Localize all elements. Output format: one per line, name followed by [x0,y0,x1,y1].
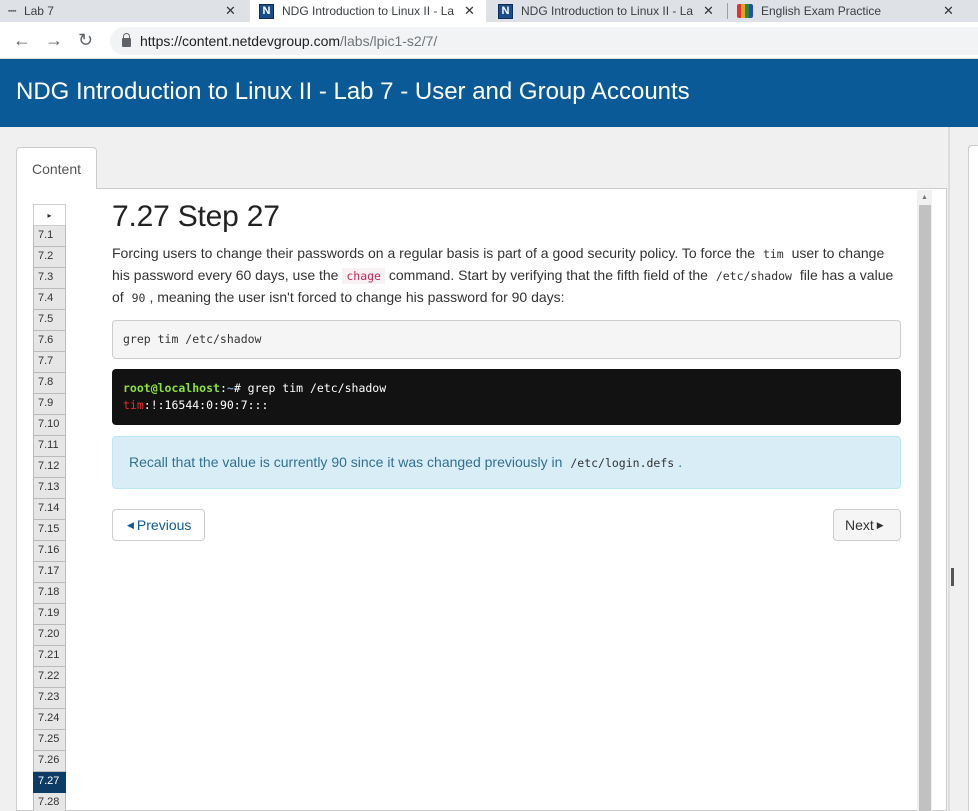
step-link[interactable]: 7.20 [33,625,66,646]
step-link[interactable]: 7.16 [33,541,66,562]
lab-favicon-icon: ▪▪▪▪ [8,7,16,15]
step-link[interactable]: 7.14 [33,499,66,520]
url-host: https://content.netdevgroup.com [140,33,341,49]
step-link[interactable]: 7.9 [33,394,66,415]
browser-tab-lab7[interactable]: ▪▪▪▪ Lab 7 ✕ [8,0,248,22]
step-link[interactable]: 7.25 [33,730,66,751]
scrollbar-thumb[interactable] [919,205,931,811]
terminal-line: tim:!:16544:0:90:7::: [123,398,269,412]
step-link[interactable]: 7.18 [33,583,66,604]
step-link[interactable]: 7.2 [33,247,66,268]
terminal-line: root@localhost:~# grep tim /etc/shadow [123,381,387,395]
step-link[interactable]: 7.15 [33,520,66,541]
browser-tab-ndg-active[interactable]: N NDG Introduction to Linux II - La ✕ [250,0,486,22]
step-navigation: ▸ 7.1 7.2 7.3 7.4 7.5 7.6 7.7 7.8 7.9 7.10 7.11 7.1… [33,204,66,811]
step-link[interactable]: 7.6 [33,331,66,352]
step-link[interactable]: 7.22 [33,667,66,688]
inline-code: tim [762,247,784,261]
back-arrow-icon[interactable]: ← [13,30,31,50]
inline-code: 90 [131,291,146,305]
step-link[interactable]: 7.4 [33,289,66,310]
inline-code: /etc/shadow [715,269,792,283]
step-link[interactable]: 7.13 [33,478,66,499]
url-path: /labs/lpic1-s2/7/ [340,33,438,49]
step-link[interactable]: 7.8 [33,373,66,394]
step-link[interactable]: 7.19 [33,604,66,625]
step-link[interactable]: 7.5 [33,310,66,331]
close-tab-icon[interactable]: ✕ [703,3,714,19]
reload-icon[interactable]: ↻ [78,30,93,50]
step-link[interactable]: 7.24 [33,709,66,730]
step-link[interactable]: 7.7 [33,352,66,373]
browser-tab-ndg[interactable]: N NDG Introduction to Linux II - La ✕ [490,0,726,22]
step-instructions: Forcing users to change their passwords … [112,245,894,305]
step-link[interactable]: 7.26 [33,751,66,772]
tab-separator [727,3,728,19]
browser-tab-english[interactable]: English Exam Practice ✕ [737,0,978,22]
step-link[interactable]: 7.10 [33,415,66,436]
step-link[interactable]: 7.3 [33,268,66,289]
step-link[interactable]: 7.21 [33,646,66,667]
caret-right-icon: ▶ [876,519,884,530]
close-tab-icon[interactable]: ✕ [943,3,954,19]
page-header: NDG Introduction to Linux II - Lab 7 - U… [0,59,978,127]
next-button[interactable]: Next ▶ [833,509,901,541]
command-box[interactable]: grep tim /etc/shadow [112,320,901,359]
inline-code: /etc/login.defs [570,456,675,470]
step-content: 7.27 Step 27 Forcing users to change the… [112,200,901,309]
ndg-favicon-icon: N [498,3,513,19]
previous-button[interactable]: ◀ Previous [112,509,205,541]
close-tab-icon[interactable]: ✕ [464,3,475,19]
step-link[interactable]: 7.28 [33,793,66,811]
scroll-up-arrow-icon[interactable]: ▲ [917,190,932,205]
step-link[interactable]: 7.12 [33,457,66,478]
collapse-toggle-icon[interactable]: ▸ [33,204,66,226]
google-favicon-icon [737,4,753,18]
step-link[interactable]: 7.23 [33,688,66,709]
caret-left-icon: ◀ [127,519,134,530]
step-link[interactable]: 7.27 [33,772,66,793]
splitter-handle-icon[interactable] [951,568,954,586]
info-alert: Recall that the value is currently 90 si… [112,436,901,489]
step-link[interactable]: 7.17 [33,562,66,583]
close-tab-icon[interactable]: ✕ [225,3,236,19]
tab-content[interactable]: Content [16,147,97,189]
browser-tabstrip: ▪▪▪▪ Lab 7 ✕ N NDG Introduction to Linux… [0,0,978,22]
ndg-favicon-icon: N [259,3,274,19]
splitter-divider[interactable] [948,127,950,811]
forward-arrow-icon[interactable]: → [45,30,63,50]
inline-code: chage [342,268,385,284]
page-title: NDG Introduction to Linux II - Lab 7 - U… [16,78,690,105]
step-link[interactable]: 7.11 [33,436,66,457]
browser-toolbar: ← → ↻ https://content.netdevgroup.com/la… [0,22,978,59]
step-link[interactable]: 7.1 [33,226,66,247]
step-heading: 7.27 Step 27 [112,200,280,233]
address-bar[interactable]: https://content.netdevgroup.com/labs/lpi… [110,27,978,55]
right-panel [968,145,978,811]
terminal-output: root@localhost:~# grep tim /etc/shadow t… [112,369,901,425]
lock-icon [122,33,131,47]
